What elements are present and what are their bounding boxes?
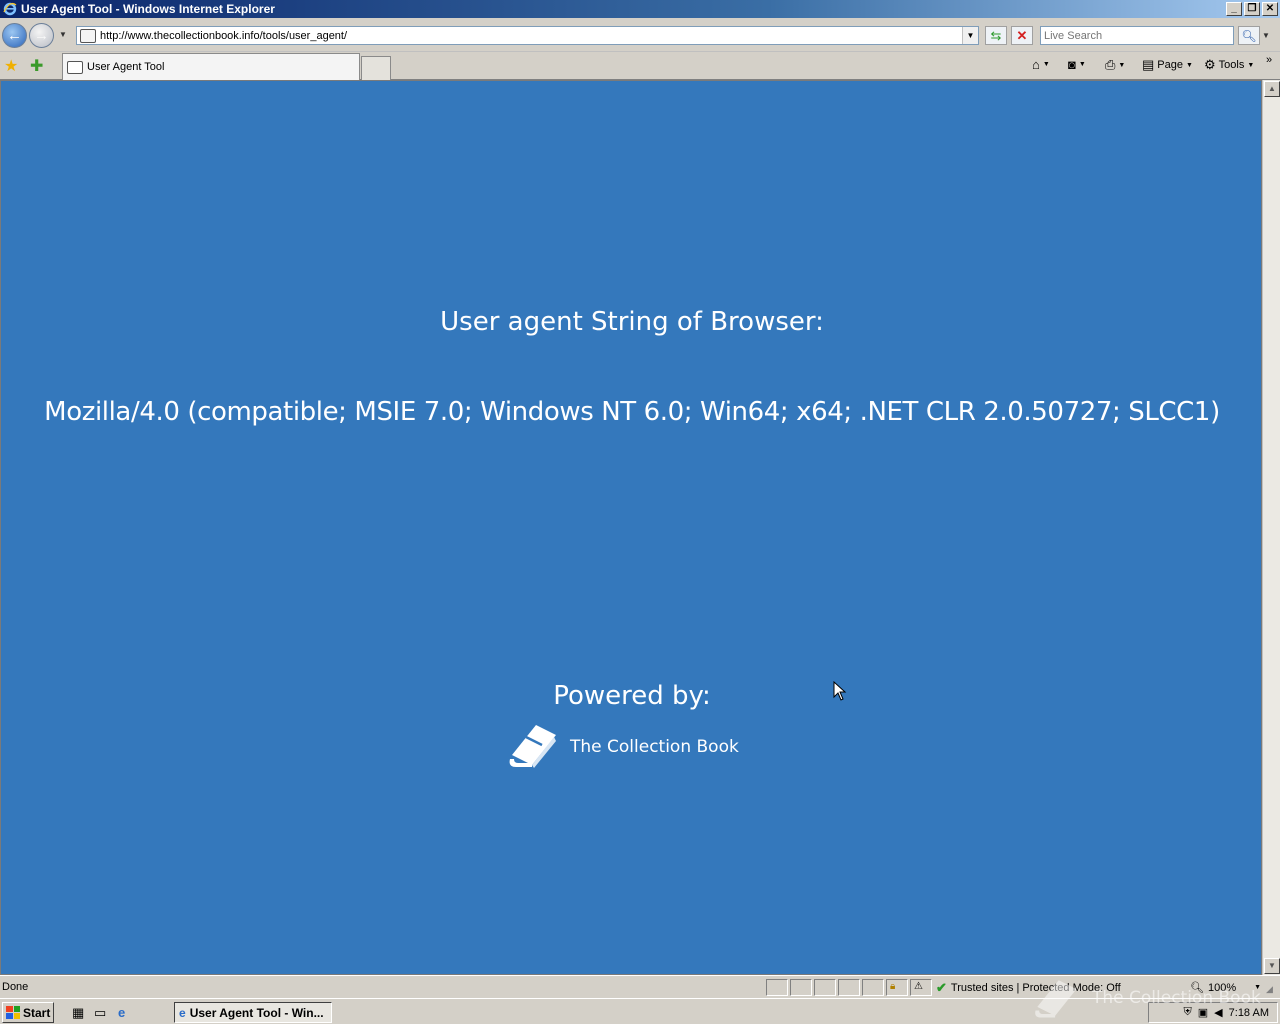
stop-button[interactable]: ✕ [1011, 26, 1033, 45]
tools-menu-button[interactable]: ⚙ Tools ▼ [1204, 57, 1254, 73]
powered-by-label: Powered by: [553, 681, 711, 711]
recent-pages-dropdown[interactable]: ▼ [59, 30, 67, 39]
book-icon [506, 721, 560, 772]
status-text: Done [2, 981, 29, 993]
add-to-favorites-icon[interactable]: ✚ [30, 56, 43, 76]
status-pane [790, 979, 812, 996]
feeds-button[interactable]: ◙ ▼ [1068, 57, 1086, 72]
page-content: User agent String of Browser: Mozilla/4.… [0, 80, 1262, 975]
brand-link[interactable]: The Collection Book [506, 721, 739, 772]
stop-icon: ✕ [1016, 27, 1028, 43]
start-button[interactable]: Start [2, 1002, 54, 1023]
forward-arrow-icon: → [34, 27, 49, 44]
new-tab-button[interactable] [361, 56, 391, 80]
printer-icon: ⎙ [1105, 57, 1116, 72]
security-status[interactable]: 🔒︎ [886, 979, 908, 996]
chevron-down-icon: ▼ [1247, 61, 1255, 69]
tools-menu-label: Tools [1218, 59, 1245, 71]
task-label: User Agent Tool - Win... [189, 1005, 324, 1020]
status-pane [862, 979, 884, 996]
address-input[interactable] [100, 28, 962, 43]
title-bar: User Agent Tool - Windows Internet Explo… [0, 0, 1280, 18]
internet-explorer-icon[interactable]: e [118, 1005, 125, 1020]
more-commands-button[interactable]: » [1266, 54, 1272, 66]
clock[interactable]: 7:18 AM [1229, 1007, 1269, 1019]
forward-button[interactable]: → [29, 23, 54, 48]
scroll-up-button[interactable]: ▲ [1264, 81, 1280, 97]
page-menu-icon: ▤ [1142, 57, 1155, 72]
search-options-dropdown[interactable]: ▼ [1262, 31, 1270, 40]
restore-button[interactable]: ❐ [1244, 2, 1260, 16]
tab-label: User Agent Tool [87, 61, 165, 73]
privacy-icon: ⚠ [914, 981, 923, 992]
ie-logo-icon [2, 1, 18, 17]
watermark-book-icon [1032, 976, 1080, 1023]
ie-logo-icon: e [179, 1005, 186, 1020]
show-desktop-icon[interactable]: ▭ [94, 1005, 106, 1021]
window-title: User Agent Tool - Windows Internet Explo… [21, 2, 275, 16]
status-pane [766, 979, 788, 996]
taskbar: Start ▦ ▭ e e User Agent Tool - Win... ⛨… [0, 998, 1280, 1024]
back-arrow-icon: ← [7, 27, 22, 44]
mouse-cursor-icon [833, 680, 847, 704]
chevron-down-icon: ▼ [1078, 61, 1086, 68]
home-icon: ⌂ [1032, 57, 1040, 72]
chevron-down-icon: ▼ [1042, 61, 1050, 68]
vertical-scrollbar[interactable]: ▲ ▼ [1262, 80, 1280, 975]
refresh-icon: ⇆ [990, 27, 1002, 43]
tab-user-agent-tool[interactable]: User Agent Tool [62, 53, 360, 80]
windows-logo-icon [6, 1006, 20, 1019]
address-bar[interactable]: ▼ [76, 26, 979, 45]
resize-grip-icon[interactable]: ◢ [1266, 984, 1273, 995]
minimize-button[interactable]: _ [1226, 2, 1242, 16]
search-button[interactable]: 🔍︎ [1238, 26, 1260, 45]
chevron-down-icon: ▼ [1118, 61, 1126, 69]
status-bar: Done 🔒︎ ⚠ ✔ Trusted sites | Protected Mo… [0, 975, 1280, 998]
back-button[interactable]: ← [2, 23, 27, 48]
brand-name: The Collection Book [570, 736, 739, 757]
server-manager-icon[interactable]: ▦ [72, 1005, 84, 1021]
close-button[interactable]: ✕ [1262, 2, 1278, 16]
tab-command-bar: ★ ✚ User Agent Tool ⌂ ▼ ◙ ▼ ⎙ ▼ ▤ Page ▼ ⚙ Too… [0, 52, 1280, 80]
chevron-right-icon: » [1266, 54, 1273, 66]
search-input[interactable] [1041, 27, 1233, 44]
status-pane [838, 979, 860, 996]
address-toolbar: ← → ▼ ▼ ⇆ ✕ 🔍︎ ▼ [0, 18, 1280, 52]
scroll-down-button[interactable]: ▼ [1264, 958, 1280, 974]
page-menu-label: Page [1157, 59, 1183, 71]
search-icon: 🔍︎ [1241, 28, 1257, 43]
page-menu-button[interactable]: ▤ Page ▼ [1142, 57, 1193, 73]
refresh-button[interactable]: ⇆ [985, 26, 1007, 45]
privacy-status[interactable]: ⚠ [910, 979, 932, 996]
lock-icon: 🔒︎ [890, 981, 896, 992]
chevron-down-icon: ▼ [1186, 61, 1193, 69]
watermark-text: The Collection Book [1092, 988, 1261, 1008]
taskbar-item-user-agent-tool[interactable]: e User Agent Tool - Win... [174, 1002, 332, 1023]
check-icon: ✔ [936, 979, 947, 995]
page-heading: User agent String of Browser: [440, 307, 824, 337]
feeds-icon: ◙ [1068, 57, 1076, 72]
address-dropdown-button[interactable]: ▼ [962, 27, 978, 44]
start-label: Start [23, 1005, 51, 1020]
status-pane [814, 979, 836, 996]
search-box[interactable] [1040, 26, 1234, 45]
home-button[interactable]: ⌂ ▼ [1032, 57, 1050, 72]
gear-icon: ⚙ [1204, 57, 1216, 72]
user-agent-string: Mozilla/4.0 (compatible; MSIE 7.0; Windo… [44, 397, 1220, 427]
page-icon [67, 60, 83, 74]
page-icon [80, 28, 96, 43]
favorites-center-icon[interactable]: ★ [4, 56, 18, 76]
print-button[interactable]: ⎙ ▼ [1105, 57, 1125, 73]
